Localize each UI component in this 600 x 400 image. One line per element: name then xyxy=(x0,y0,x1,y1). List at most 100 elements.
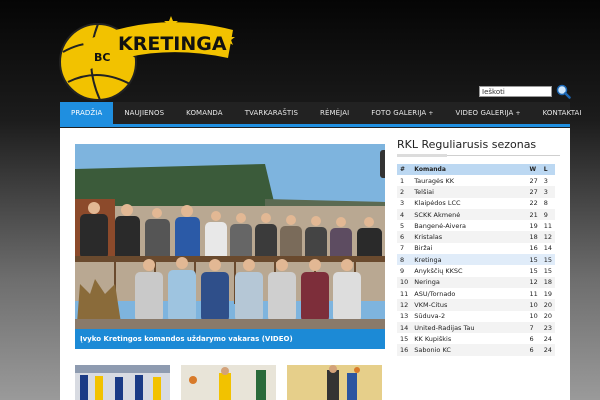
cell-w: 10 xyxy=(529,312,538,321)
cell-w: 7 xyxy=(526,321,541,334)
logo-name: KRETINGA xyxy=(118,33,227,55)
cell-l: 19 xyxy=(543,289,552,298)
cell-team: Biržai xyxy=(414,244,433,253)
cell-pos: 2 xyxy=(397,186,412,198)
cell-team: Bangenė-Aivera xyxy=(414,221,467,230)
table-row: 10 Neringa 12 18 xyxy=(397,276,555,288)
site-logo[interactable]: BC KRETINGA xyxy=(58,12,238,102)
cell-pos: 8 xyxy=(397,254,412,266)
col-team: Komanda xyxy=(411,164,527,175)
cell-l: 20 xyxy=(540,299,555,311)
cell-team: VKM-Citus xyxy=(411,299,527,311)
cell-pos: 7 xyxy=(400,244,405,253)
cell-pos: 15 xyxy=(400,334,409,343)
cell-w: 19 xyxy=(529,221,538,230)
nav-item-label: KONTAKTAI xyxy=(542,109,582,117)
cell-team: Neringa xyxy=(411,276,527,288)
nav-item-5[interactable]: FOTO GALERIJA + xyxy=(360,102,444,124)
nav-item-1[interactable]: NAUJIENOS xyxy=(113,102,175,124)
cell-w: 6 xyxy=(529,334,534,343)
table-row: 12 VKM-Citus 10 20 xyxy=(397,299,555,311)
nav-item-4[interactable]: RĖMĖJAI xyxy=(309,102,360,124)
table-row: 8 Kretinga 15 15 xyxy=(397,254,555,266)
cell-l: 18 xyxy=(540,276,555,288)
cell-team: Kristalas xyxy=(411,231,527,243)
table-row: 13 Sūduva-2 10 20 xyxy=(397,311,555,322)
cell-pos: 13 xyxy=(400,312,409,321)
cell-w: 16 xyxy=(529,244,538,253)
slider-photo xyxy=(75,144,385,349)
table-header-row: # Komanda W L xyxy=(397,164,555,175)
cell-l: 3 xyxy=(543,176,548,185)
cell-team: Sūduva-2 xyxy=(414,312,446,321)
nav-item-label: VIDEO GALERIJA xyxy=(455,109,514,117)
table-row: 14 United-Radijas Tau 7 23 xyxy=(397,321,555,334)
nav-item-0[interactable]: PRADŽIA xyxy=(60,102,114,124)
title-divider xyxy=(397,154,560,157)
cell-pos: 3 xyxy=(400,199,405,208)
nav-item-label: RĖMĖJAI xyxy=(320,109,350,117)
featured-slider[interactable]: Įvyko Kretingos komandos uždarymo vakara… xyxy=(75,144,385,349)
nav-item-7[interactable]: KONTAKTAI xyxy=(532,102,593,124)
thumbnail-2[interactable] xyxy=(181,365,279,400)
slider-next-arrow[interactable] xyxy=(380,150,385,178)
cell-l: 3 xyxy=(540,186,555,198)
cell-team: Sabonio KC xyxy=(411,344,527,356)
nav-item-6[interactable]: VIDEO GALERIJA + xyxy=(444,102,531,124)
cell-pos: 1 xyxy=(400,176,405,185)
cell-w: 12 xyxy=(526,276,541,288)
slider-caption[interactable]: Įvyko Kretingos komandos uždarymo vakara… xyxy=(75,329,385,349)
cell-w: 27 xyxy=(529,176,538,185)
submenu-plus-icon: + xyxy=(428,109,434,117)
cell-l: 20 xyxy=(543,312,552,321)
nav-item-2[interactable]: KOMANDA xyxy=(175,102,234,124)
cell-pos: 12 xyxy=(397,299,412,311)
cell-team: SCKK Akmenė xyxy=(411,208,527,221)
cell-l: 24 xyxy=(543,334,552,343)
standings-table: # Komanda W L 1 Tauragės KK 27 3 2 Telšiai 27 3… xyxy=(397,164,555,356)
cell-team: Kretinga xyxy=(411,254,527,266)
col-position: # xyxy=(397,164,412,175)
table-row: 15 KK Kupiškis 6 24 xyxy=(397,333,555,344)
thumbnail-1[interactable] xyxy=(75,365,173,400)
thumbnail-3[interactable] xyxy=(287,365,385,400)
cell-l: 12 xyxy=(540,231,555,243)
search-input[interactable] xyxy=(479,86,552,97)
cell-l: 15 xyxy=(540,254,555,266)
table-row: 16 Sabonio KC 6 24 xyxy=(397,344,555,356)
cell-l: 8 xyxy=(543,199,548,208)
cell-w: 15 xyxy=(526,254,541,266)
cell-team: Klaipėdos LCC xyxy=(414,199,461,208)
cell-l: 14 xyxy=(543,244,552,253)
cell-team: Tauragės KK xyxy=(414,176,455,185)
cell-team: Telšiai xyxy=(411,186,527,198)
cell-pos: 10 xyxy=(397,276,412,288)
search-box xyxy=(479,84,571,99)
cell-l: 24 xyxy=(540,344,555,356)
cell-l: 23 xyxy=(540,321,555,334)
table-row: 3 Klaipėdos LCC 22 8 xyxy=(397,198,555,209)
nav-item-3[interactable]: TVARKARAŠTIS xyxy=(234,102,309,124)
standings-widget: RKL Reguliarusis sezonas # Komanda W L 1… xyxy=(397,138,560,356)
col-wins: W xyxy=(526,164,541,175)
table-row: 4 SCKK Akmenė 21 9 xyxy=(397,208,555,221)
cell-team: Anykščių KKSC xyxy=(414,267,463,276)
table-row: 1 Tauragės KK 27 3 xyxy=(397,175,555,186)
cell-w: 6 xyxy=(526,344,541,356)
cell-pos: 16 xyxy=(397,344,412,356)
cell-pos: 9 xyxy=(400,267,405,276)
cell-w: 18 xyxy=(526,231,541,243)
cell-pos: 4 xyxy=(397,208,412,221)
cell-l: 15 xyxy=(543,267,552,276)
logo-prefix: BC xyxy=(94,51,110,64)
main-nav: PRADŽIA NAUJIENOS KOMANDA TVARKARAŠTIS RĖMĖJ… xyxy=(60,102,582,127)
cell-w: 22 xyxy=(529,199,538,208)
cell-team: KK Kupiškis xyxy=(414,334,452,343)
search-button[interactable] xyxy=(556,84,571,99)
cell-w: 21 xyxy=(526,208,541,221)
cell-pos: 5 xyxy=(400,221,405,230)
search-icon xyxy=(556,84,571,99)
cell-w: 15 xyxy=(529,267,538,276)
cell-pos: 11 xyxy=(400,289,409,298)
table-row: 5 Bangenė-Aivera 19 11 xyxy=(397,220,555,231)
